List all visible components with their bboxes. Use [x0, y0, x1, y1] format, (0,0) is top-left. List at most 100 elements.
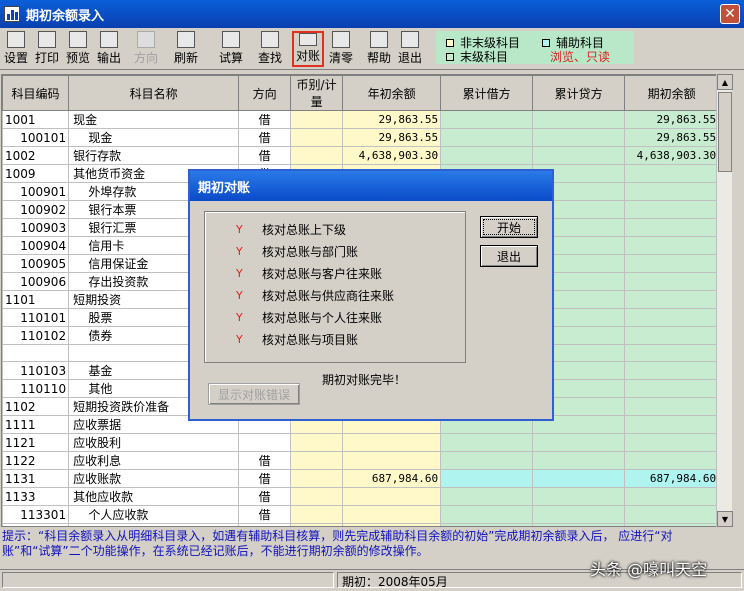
cell-unit[interactable] — [290, 523, 344, 526]
cell-unit[interactable] — [290, 110, 344, 129]
cell-credit[interactable] — [532, 451, 626, 470]
cell-code[interactable] — [2, 344, 70, 362]
col-header[interactable]: 科目编码 — [2, 75, 70, 111]
col-header[interactable]: 累计贷方 — [532, 75, 626, 111]
cell-credit[interactable] — [532, 505, 626, 524]
cell-code[interactable]: 100902 — [2, 200, 70, 219]
table-row[interactable]: 113301 个人应收款借 — [2, 505, 720, 524]
cell-code[interactable]: 1002 — [2, 146, 70, 165]
cell-code[interactable]: 110101 — [2, 308, 70, 327]
cell-debit[interactable] — [440, 146, 534, 165]
cell-opening-balance[interactable] — [624, 326, 720, 345]
scroll-down-arrow-icon[interactable]: ▼ — [717, 511, 733, 527]
cell-code[interactable]: 1009 — [2, 164, 70, 183]
cell-name[interactable]: 个人应收款 — [68, 505, 240, 524]
col-header[interactable]: 币别/计量 — [290, 75, 344, 111]
cell-year-balance[interactable] — [342, 523, 442, 526]
cell-code[interactable]: 1131 — [2, 469, 70, 488]
cell-credit[interactable] — [532, 128, 626, 147]
cell-code[interactable]: 1101 — [2, 290, 70, 309]
cell-year-balance[interactable]: 29,863.55 — [342, 128, 442, 147]
cell-year-balance[interactable]: 687,984.60 — [342, 469, 442, 488]
cell-unit[interactable] — [290, 433, 344, 452]
cell-code[interactable]: 110110 — [2, 379, 70, 398]
cell-code[interactable]: 113301 — [2, 505, 70, 524]
cell-opening-balance[interactable] — [624, 218, 720, 237]
cell-opening-balance[interactable]: 687,984.60 — [624, 469, 720, 488]
cell-year-balance[interactable] — [342, 505, 442, 524]
cell-direction[interactable]: 借 — [238, 146, 292, 165]
cell-name[interactable]: 应收利息 — [68, 451, 240, 470]
cell-unit[interactable] — [290, 469, 344, 488]
cell-credit[interactable] — [532, 433, 626, 452]
scroll-thumb[interactable] — [718, 92, 732, 172]
settings-button[interactable]: 设置 — [2, 31, 30, 67]
cell-opening-balance[interactable]: 29,863.55 — [624, 110, 720, 129]
cell-code[interactable]: 1001 — [2, 110, 70, 129]
find-button[interactable]: 查找 — [256, 31, 284, 67]
cell-name[interactable]: 单位应收款 — [68, 523, 240, 526]
cell-year-balance[interactable] — [342, 487, 442, 506]
cell-name[interactable]: 银行存款 — [68, 146, 240, 165]
cell-credit[interactable] — [532, 469, 626, 488]
cell-direction[interactable]: 借 — [238, 523, 292, 526]
cell-credit[interactable] — [532, 146, 626, 165]
cell-unit[interactable] — [290, 505, 344, 524]
vertical-scrollbar[interactable]: ▲ ▼ — [716, 74, 733, 527]
cell-opening-balance[interactable]: 4,638,903.30 — [624, 146, 720, 165]
cell-direction[interactable]: 借 — [238, 110, 292, 129]
cell-name[interactable]: 现金 — [68, 128, 240, 147]
cell-code[interactable]: 100901 — [2, 182, 70, 201]
cell-unit[interactable] — [290, 146, 344, 165]
cell-opening-balance[interactable] — [624, 290, 720, 309]
scroll-up-arrow-icon[interactable]: ▲ — [717, 74, 733, 90]
preview-button[interactable]: 预览 — [64, 31, 92, 67]
cell-opening-balance[interactable] — [624, 182, 720, 201]
table-row[interactable]: 1121 应收股利 — [2, 433, 720, 452]
cell-code[interactable]: 100905 — [2, 254, 70, 273]
cell-opening-balance[interactable] — [624, 523, 720, 526]
cell-direction[interactable]: 借 — [238, 451, 292, 470]
cell-debit[interactable] — [440, 128, 534, 147]
cell-opening-balance[interactable] — [624, 433, 720, 452]
cell-name[interactable]: 应收股利 — [68, 433, 240, 452]
cell-debit[interactable] — [440, 469, 534, 488]
cell-opening-balance[interactable] — [624, 379, 720, 398]
cell-code[interactable]: 100906 — [2, 272, 70, 291]
cell-opening-balance[interactable] — [624, 254, 720, 273]
cell-opening-balance[interactable] — [624, 308, 720, 327]
cell-year-balance[interactable]: 29,863.55 — [342, 110, 442, 129]
cell-opening-balance[interactable] — [624, 344, 720, 362]
cell-direction[interactable]: 借 — [238, 128, 292, 147]
cell-year-balance[interactable] — [342, 451, 442, 470]
cell-opening-balance[interactable] — [624, 361, 720, 380]
dialog-exit-button[interactable]: 退出 — [480, 245, 538, 267]
clear-button[interactable]: 清零 — [327, 31, 355, 67]
cell-code[interactable]: 110102 — [2, 326, 70, 345]
cell-code[interactable]: 100101 — [2, 128, 70, 147]
start-button[interactable]: 开始 — [480, 216, 538, 238]
trial-balance-button[interactable]: 试算 — [211, 31, 251, 67]
cell-opening-balance[interactable] — [624, 200, 720, 219]
cell-debit[interactable] — [440, 523, 534, 526]
col-header[interactable]: 累计借方 — [440, 75, 534, 111]
cell-name[interactable]: 应收账款 — [68, 469, 240, 488]
cell-opening-balance[interactable] — [624, 397, 720, 416]
table-row[interactable]: 1122 应收利息借 — [2, 451, 720, 470]
cell-code[interactable]: 100903 — [2, 218, 70, 237]
cell-debit[interactable] — [440, 505, 534, 524]
table-row[interactable]: 1001 现金借 29,863.55 29,863.55 — [2, 110, 720, 129]
cell-unit[interactable] — [290, 128, 344, 147]
col-header[interactable]: 年初余额 — [342, 75, 442, 111]
cell-code[interactable]: 1121 — [2, 433, 70, 452]
cell-code[interactable]: 100904 — [2, 236, 70, 255]
cell-opening-balance[interactable] — [624, 272, 720, 291]
direction-button[interactable]: 方向 — [132, 31, 160, 67]
cell-opening-balance[interactable] — [624, 236, 720, 255]
cell-direction[interactable] — [238, 433, 292, 452]
close-button[interactable]: ✕ — [720, 4, 740, 24]
cell-code[interactable]: 110103 — [2, 361, 70, 380]
cell-code[interactable]: 1122 — [2, 451, 70, 470]
table-row[interactable]: 1131 应收账款借 687,984.60 687,984.60 — [2, 469, 720, 488]
cell-year-balance[interactable]: 4,638,903.30 — [342, 146, 442, 165]
